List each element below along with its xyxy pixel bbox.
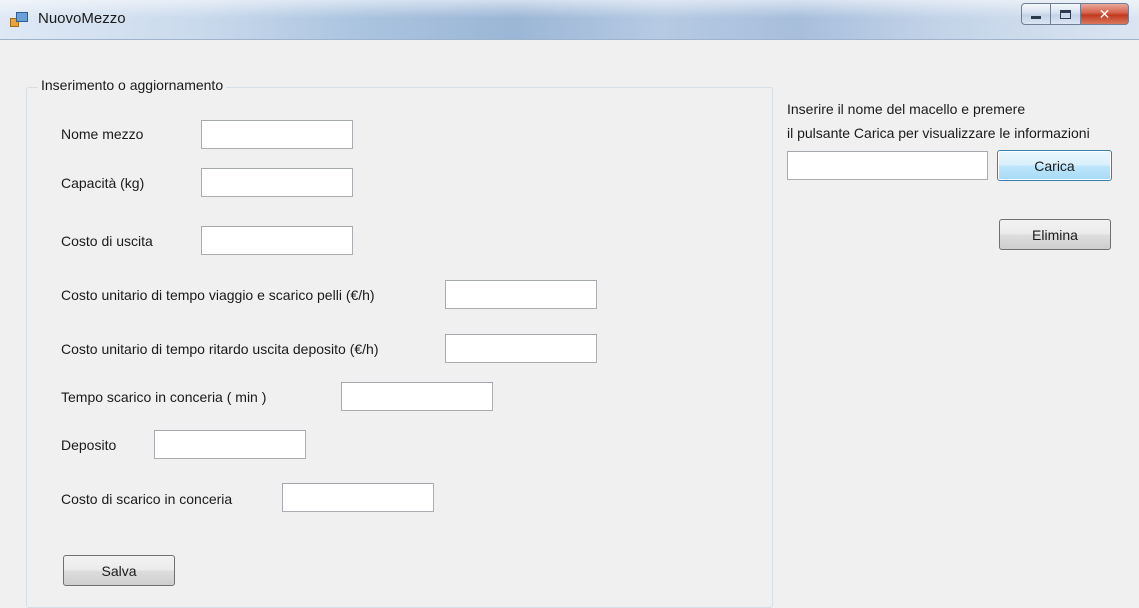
tempo-scarico-label: Tempo scarico in conceria ( min ) (61, 389, 267, 405)
minimize-button[interactable] (1021, 3, 1051, 25)
window-controls: ✕ (1021, 3, 1129, 25)
deposito-input[interactable] (154, 430, 306, 459)
delete-button[interactable]: Elimina (999, 219, 1111, 250)
maximize-button[interactable] (1051, 3, 1081, 25)
capacita-label: Capacità (kg) (61, 175, 145, 191)
maximize-icon (1060, 9, 1071, 19)
title-bar[interactable]: NuovoMezzo ✕ (0, 0, 1139, 40)
costo-uscita-input[interactable] (201, 226, 353, 255)
costo-ritardo-input[interactable] (445, 334, 597, 363)
minimize-icon (1031, 15, 1041, 19)
deposito-label: Deposito (61, 437, 117, 453)
save-button[interactable]: Salva (63, 555, 175, 586)
tempo-scarico-input[interactable] (341, 382, 493, 411)
app-window: NuovoMezzo ✕ Inserimento o aggiornamento… (0, 0, 1139, 608)
costo-viaggio-input[interactable] (445, 280, 597, 309)
load-button[interactable]: Carica (997, 150, 1112, 181)
macello-name-input[interactable] (787, 151, 988, 180)
costo-ritardo-label: Costo unitario di tempo ritardo uscita d… (61, 341, 379, 357)
costo-scarico-input[interactable] (282, 483, 434, 512)
close-button[interactable]: ✕ (1081, 3, 1129, 25)
costo-scarico-label: Costo di scarico in conceria (61, 491, 233, 507)
window-title: NuovoMezzo (38, 10, 126, 27)
close-icon: ✕ (1098, 5, 1111, 22)
lookup-instruction-line1: Inserire il nome del macello e premere (787, 101, 1026, 117)
capacita-input[interactable] (201, 168, 353, 197)
nome-mezzo-label: Nome mezzo (61, 126, 144, 142)
app-window-icon[interactable] (10, 12, 28, 28)
lookup-instruction-line2: il pulsante Carica per visualizzare le i… (787, 125, 1090, 141)
costo-uscita-label: Costo di uscita (61, 233, 153, 249)
nome-mezzo-input[interactable] (201, 120, 353, 149)
groupbox-title: Inserimento o aggiornamento (38, 77, 227, 93)
costo-viaggio-label: Costo unitario di tempo viaggio e scaric… (61, 287, 375, 303)
